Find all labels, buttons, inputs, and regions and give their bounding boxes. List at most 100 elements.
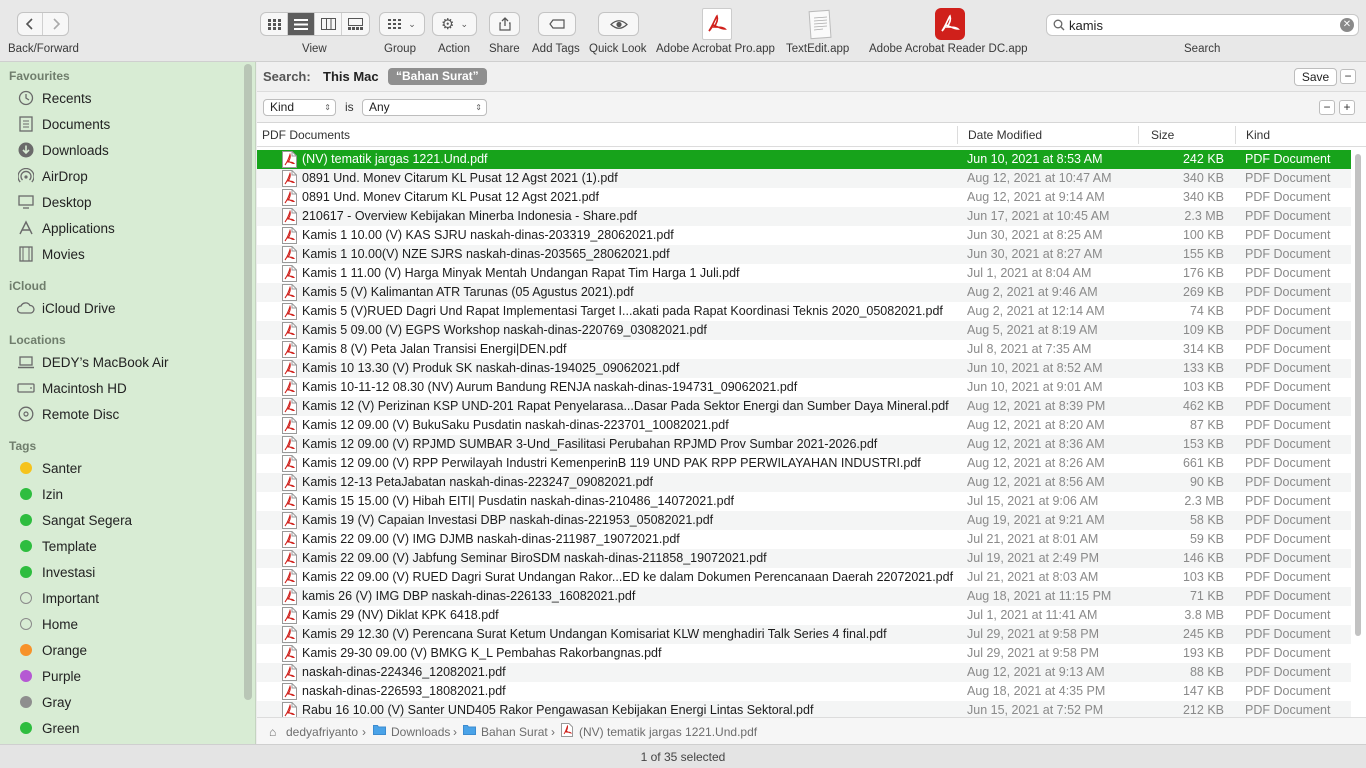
icon-view-button[interactable] xyxy=(261,13,288,35)
table-row[interactable]: Kamis 12 09.00 (V) RPP Perwilayah Indust… xyxy=(257,454,1351,473)
sidebar-item-label: Orange xyxy=(42,642,88,658)
add-tags-label: Add Tags xyxy=(532,43,580,55)
gallery-view-button[interactable] xyxy=(342,13,369,35)
share-button[interactable] xyxy=(489,12,520,36)
remove-criterion-button[interactable]: − xyxy=(1319,100,1335,115)
table-row[interactable]: Kamis 29-30 09.00 (V) BMKG K_L Pembahas … xyxy=(257,644,1351,663)
action-button[interactable]: ⚙ ⌄ xyxy=(432,12,477,36)
sidebar-item-desktop[interactable]: Desktop xyxy=(0,190,240,214)
table-row[interactable]: kamis 26 (V) IMG DBP naskah-dinas-226133… xyxy=(257,587,1351,606)
sidebar-tag-orange[interactable]: Orange xyxy=(0,638,240,662)
pdf-file-icon xyxy=(282,493,297,510)
file-size: 3.8 MB xyxy=(1184,608,1224,622)
table-row[interactable]: Kamis 10-11-12 08.30 (NV) Aurum Bandung … xyxy=(257,378,1351,397)
sidebar-tag-purple[interactable]: Purple xyxy=(0,664,240,688)
view-control xyxy=(260,12,370,36)
pdf-file-icon xyxy=(282,455,297,472)
list-view-button[interactable] xyxy=(288,13,315,35)
table-row[interactable]: Kamis 12 09.00 (V) RPJMD SUMBAR 3-Und_Fa… xyxy=(257,435,1351,454)
path-item-downloads[interactable]: Downloads xyxy=(391,725,450,739)
file-size: 109 KB xyxy=(1182,323,1224,337)
column-date-header[interactable]: Date Modified xyxy=(968,128,1042,142)
file-list-scrollbar[interactable] xyxy=(1355,154,1361,636)
back-forward-label: Back/Forward xyxy=(8,43,79,55)
table-row[interactable]: 0891 Und. Monev Citarum KL Pusat 12 Agst… xyxy=(257,169,1351,188)
table-row[interactable]: Kamis 12-13 PetaJabatan naskah-dinas-223… xyxy=(257,473,1351,492)
sidebar-tag-santer[interactable]: Santer xyxy=(0,456,240,480)
table-row[interactable]: Kamis 22 09.00 (V) RUED Dagri Surat Unda… xyxy=(257,568,1351,587)
table-row[interactable]: Kamis 5 (V) Kalimantan ATR Tarunas (05 A… xyxy=(257,283,1351,302)
path-item-home[interactable]: dedyafriyanto xyxy=(286,725,358,739)
table-row[interactable]: Kamis 12 09.00 (V) BukuSaku Pusdatin nas… xyxy=(257,416,1351,435)
textedit-icon[interactable] xyxy=(805,8,835,40)
table-row[interactable]: naskah-dinas-226593_18082021.pdf Aug 18, … xyxy=(257,682,1351,701)
file-kind: PDF Document xyxy=(1245,361,1331,375)
sidebar-item-documents[interactable]: Documents xyxy=(0,112,240,136)
add-tags-button[interactable] xyxy=(538,12,576,36)
table-row[interactable]: 0891 Und. Monev Citarum KL Pusat 12 Agst… xyxy=(257,188,1351,207)
table-row[interactable]: Kamis 5 09.00 (V) EGPS Workshop naskah-d… xyxy=(257,321,1351,340)
column-name-header[interactable]: PDF Documents xyxy=(262,128,350,142)
sidebar-tag-gray[interactable]: Gray xyxy=(0,690,240,714)
column-size-header[interactable]: Size xyxy=(1151,128,1174,142)
attribute-popup[interactable]: Kind ⇕ xyxy=(263,99,336,116)
quick-look-button[interactable] xyxy=(598,12,639,36)
table-row[interactable]: Kamis 29 12.30 (V) Perencana Surat Ketum… xyxy=(257,625,1351,644)
group-grid-icon xyxy=(388,18,402,29)
table-row[interactable]: Kamis 1 10.00 (V) KAS SJRU naskah-dinas-… xyxy=(257,226,1351,245)
sidebar-item-recents[interactable]: Recents xyxy=(0,86,240,110)
scope-folder-token[interactable]: “Bahan Surat” xyxy=(388,68,487,85)
clear-search-icon[interactable]: ✕ xyxy=(1340,18,1354,32)
acrobat-reader-icon[interactable] xyxy=(935,8,965,40)
sidebar-tag-izin[interactable]: Izin xyxy=(0,482,240,506)
sidebar-item-applications[interactable]: Applications xyxy=(0,216,240,240)
sidebar-tag-home[interactable]: Home xyxy=(0,612,240,636)
back-button[interactable] xyxy=(18,13,43,35)
forward-button[interactable] xyxy=(43,13,68,35)
sidebar-tag-sangat-segera[interactable]: Sangat Segera xyxy=(0,508,240,532)
table-row[interactable]: Kamis 1 11.00 (V) Harga Minyak Mentah Un… xyxy=(257,264,1351,283)
table-row[interactable]: Kamis 29 (NV) Diklat KPK 6418.pdf Jul 1, … xyxy=(257,606,1351,625)
sidebar-item-icloud-drive[interactable]: iCloud Drive xyxy=(0,296,240,320)
value-popup-value: Any xyxy=(369,100,390,114)
scope-this-mac[interactable]: This Mac xyxy=(323,69,379,84)
file-kind: PDF Document xyxy=(1245,608,1331,622)
table-row[interactable]: (NV) tematik jargas 1221.Und.pdf Jun 10, … xyxy=(257,150,1351,169)
sidebar-tag-important[interactable]: Important xyxy=(0,586,240,610)
table-row[interactable]: Kamis 19 (V) Capaian Investasi DBP naska… xyxy=(257,511,1351,530)
sidebar-tag-investasi[interactable]: Investasi xyxy=(0,560,240,584)
table-row[interactable]: Kamis 22 09.00 (V) IMG DJMB naskah-dinas… xyxy=(257,530,1351,549)
sidebar-tag-green[interactable]: Green xyxy=(0,716,240,740)
sidebar-scrollbar[interactable] xyxy=(244,64,252,700)
sidebar-item-macintosh-hd[interactable]: Macintosh HD xyxy=(0,376,240,400)
table-row[interactable]: Kamis 12 (V) Perizinan KSP UND-201 Rapat… xyxy=(257,397,1351,416)
save-search-button[interactable]: Save xyxy=(1294,68,1337,86)
acrobat-pro-icon[interactable] xyxy=(702,8,732,40)
group-button[interactable]: ⌄ xyxy=(379,12,425,36)
sidebar-item-remote-disc[interactable]: Remote Disc xyxy=(0,402,240,426)
table-row[interactable]: Kamis 22 09.00 (V) Jabfung Seminar BiroS… xyxy=(257,549,1351,568)
sidebar-item-airdrop[interactable]: AirDrop xyxy=(0,164,240,188)
add-criterion-button[interactable]: + xyxy=(1339,100,1355,115)
icloud-heading: iCloud xyxy=(9,279,47,293)
table-row[interactable]: Kamis 1 10.00(V) NZE SJRS naskah-dinas-2… xyxy=(257,245,1351,264)
sidebar-item-movies[interactable]: Movies xyxy=(0,242,240,266)
table-row[interactable]: Kamis 15 15.00 (V) Hibah EITI| Pusdatin … xyxy=(257,492,1351,511)
table-row[interactable]: Kamis 10 13.30 (V) Produk SK naskah-dina… xyxy=(257,359,1351,378)
table-row[interactable]: Kamis 8 (V) Peta Jalan Transisi Energi|D… xyxy=(257,340,1351,359)
home-icon: ⌂ xyxy=(269,725,277,739)
column-view-button[interactable] xyxy=(315,13,342,35)
sidebar-item-macbook[interactable]: DEDY’s MacBook Air xyxy=(0,350,240,374)
sidebar-tag-template[interactable]: Template xyxy=(0,534,240,558)
search-input[interactable] xyxy=(1069,17,1329,33)
search-label: Search xyxy=(1184,43,1221,55)
table-row[interactable]: 210617 - Overview Kebijakan Minerba Indo… xyxy=(257,207,1351,226)
column-kind-header[interactable]: Kind xyxy=(1246,128,1270,142)
table-row[interactable]: Kamis 5 (V)RUED Dagri Und Rapat Implemen… xyxy=(257,302,1351,321)
sidebar-item-downloads[interactable]: Downloads xyxy=(0,138,240,162)
path-item-bahan-surat[interactable]: Bahan Surat xyxy=(481,725,548,739)
table-row[interactable]: naskah-dinas-224346_12082021.pdf Aug 12, … xyxy=(257,663,1351,682)
path-item-file[interactable]: (NV) tematik jargas 1221.Und.pdf xyxy=(579,725,757,739)
value-popup[interactable]: Any ⇕ xyxy=(362,99,487,116)
remove-scope-button[interactable]: − xyxy=(1340,69,1356,84)
